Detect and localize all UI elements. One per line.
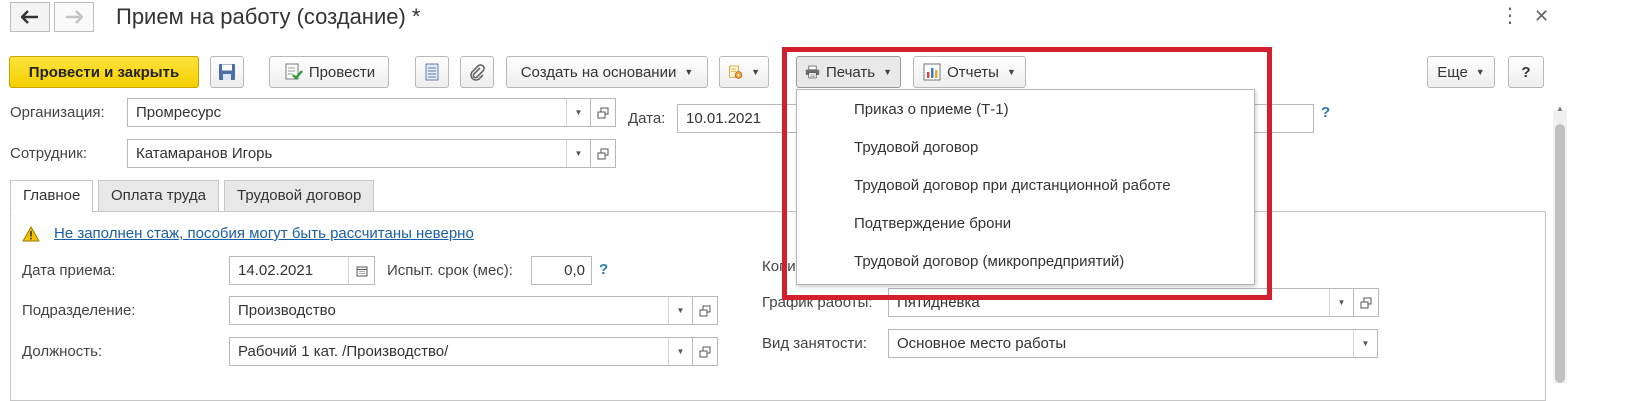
open-window-icon (1360, 297, 1372, 308)
department-field[interactable]: Производство ▼ (229, 296, 693, 325)
hire-date-label: Дата приема: (22, 262, 116, 279)
chevron-down-icon[interactable]: ▼ (1353, 330, 1377, 357)
warning-icon (22, 225, 40, 241)
open-window-icon (699, 305, 711, 316)
chevron-down-icon: ▼ (751, 67, 760, 77)
employment-type-value: Основное место работы (897, 335, 1067, 352)
hire-date-field[interactable]: 14.02.2021 (229, 256, 375, 285)
open-window-icon (597, 107, 609, 118)
help-button[interactable]: ? (1508, 56, 1544, 88)
journal-button[interactable] (415, 56, 449, 88)
post-button-label: Провести (308, 63, 376, 81)
chevron-down-icon: ▼ (1475, 67, 1485, 77)
date-label: Дата: (628, 110, 666, 127)
warning-message: Не заполнен стаж, пособия могут быть рас… (22, 225, 474, 242)
organization-value: Промресурс (136, 104, 222, 121)
calendar-icon[interactable] (348, 257, 374, 284)
paperclip-icon (470, 64, 485, 81)
chevron-down-icon[interactable]: ▼ (566, 140, 590, 167)
post-and-close-button[interactable]: Провести и закрыть (9, 56, 199, 88)
save-button[interactable] (210, 56, 244, 88)
date-help-icon[interactable]: ? (1321, 104, 1330, 121)
schedule-open-button[interactable] (1353, 288, 1379, 317)
open-window-icon (699, 346, 711, 357)
scrollbar-thumb[interactable] (1555, 124, 1565, 383)
tab-payment[interactable]: Оплата труда (98, 180, 219, 212)
arrow-right-icon (66, 10, 83, 24)
position-label: Должность: (22, 343, 103, 360)
create-based-on-label: Создать на основании (520, 63, 677, 81)
arrow-left-icon (21, 10, 38, 24)
tab-employment-contract[interactable]: Трудовой договор (224, 180, 375, 212)
department-value: Производство (238, 302, 336, 319)
department-label: Подразделение: (22, 302, 136, 319)
more-button-label: Еще (1437, 63, 1468, 81)
employee-open-button[interactable] (590, 139, 616, 168)
list-document-icon (425, 63, 439, 81)
position-field[interactable]: Рабочий 1 кат. /Производство/ ▼ (229, 337, 693, 366)
employment-type-field[interactable]: Основное место работы ▼ (888, 329, 1378, 358)
create-based-on-button[interactable]: Создать на основании ▼ (506, 56, 708, 88)
organization-open-button[interactable] (590, 98, 616, 127)
employee-label: Сотрудник: (10, 145, 88, 162)
scroll-up-icon[interactable]: ▲ (1553, 104, 1567, 116)
employment-type-label: Вид занятости: (762, 335, 867, 352)
position-open-button[interactable] (692, 337, 718, 366)
forward-button[interactable] (54, 2, 94, 32)
tab-main[interactable]: Главное (10, 180, 94, 213)
probation-field[interactable]: 0,0 (531, 256, 592, 285)
page-title: Прием на работу (создание) * (116, 4, 421, 29)
chevron-down-icon: ▼ (684, 67, 694, 77)
date-field[interactable]: 10.01.2021 (677, 104, 797, 133)
organization-label: Организация: (10, 104, 105, 121)
warning-link[interactable]: Не заполнен стаж, пособия могут быть рас… (54, 225, 474, 242)
employee-field[interactable]: Катамаранов Игорь ▼ (127, 139, 591, 168)
more-actions-icon[interactable]: ⋮ (1500, 4, 1520, 28)
date-value: 10.01.2021 (686, 110, 762, 127)
organization-field[interactable]: Промресурс ▼ (127, 98, 591, 127)
probation-help-icon[interactable]: ? (599, 261, 608, 278)
position-value: Рабочий 1 кат. /Производство/ (238, 343, 449, 360)
post-document-icon (285, 63, 303, 80)
department-open-button[interactable] (692, 296, 718, 325)
floppy-disk-icon (219, 64, 235, 80)
open-window-icon (597, 148, 609, 159)
probation-label: Испыт. срок (мес): (387, 262, 513, 279)
related-documents-icon (729, 65, 743, 79)
back-button[interactable] (10, 2, 50, 32)
chevron-down-icon[interactable]: ▼ (1329, 289, 1353, 316)
hire-date-value: 14.02.2021 (238, 262, 314, 279)
employee-value: Катамаранов Игорь (136, 145, 273, 162)
chevron-down-icon[interactable]: ▼ (668, 297, 692, 324)
related-documents-button[interactable]: ▼ (719, 56, 769, 88)
highlight-frame (782, 47, 1272, 300)
more-button[interactable]: Еще ▼ (1427, 56, 1495, 88)
chevron-down-icon[interactable]: ▼ (668, 338, 692, 365)
post-button[interactable]: Провести (269, 56, 389, 88)
chevron-down-icon[interactable]: ▼ (566, 99, 590, 126)
close-icon[interactable]: ✕ (1534, 4, 1549, 28)
attach-files-button[interactable] (460, 56, 494, 88)
